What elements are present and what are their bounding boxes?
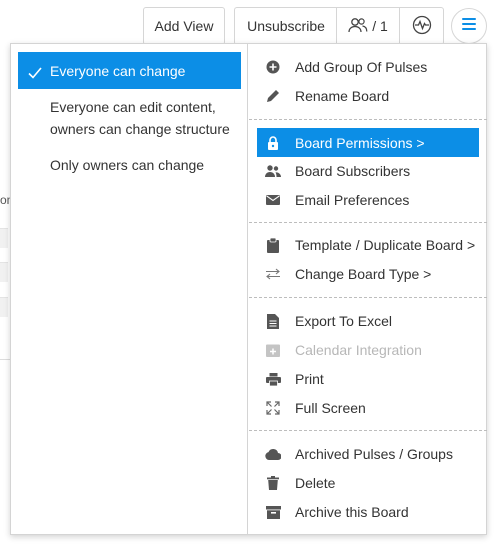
- permission-option-label: Everyone can change: [50, 62, 186, 79]
- swap-arrows-icon: [265, 266, 281, 282]
- menu-item-label: Email Preferences: [295, 192, 410, 208]
- users-icon: [265, 163, 281, 179]
- menu-item-email-preferences[interactable]: Email Preferences: [257, 187, 479, 213]
- menu-item-label: Board Subscribers: [295, 163, 411, 179]
- menu-item-board-permissions[interactable]: Board Permissions >: [257, 128, 479, 157]
- expand-icon: [265, 400, 281, 416]
- menu-item-export-excel[interactable]: Export To Excel: [257, 308, 479, 334]
- board-menu-list: Add Group Of Pulses Rename Board Board P…: [249, 44, 487, 534]
- menu-item-archive-board[interactable]: Archive this Board: [257, 499, 479, 525]
- menu-item-print[interactable]: Print: [257, 366, 479, 392]
- hamburger-icon: [461, 17, 477, 36]
- menu-item-label: Template / Duplicate Board >: [295, 237, 476, 253]
- menu-item-label: Print: [295, 371, 324, 387]
- menu-item-label: Export To Excel: [295, 313, 393, 329]
- menu-item-template-duplicate[interactable]: Template / Duplicate Board >: [257, 232, 479, 258]
- menu-item-rename-board[interactable]: Rename Board: [257, 83, 479, 109]
- permission-option-label: Everyone can edit content, owners can ch…: [50, 99, 230, 137]
- menu-item-label: Rename Board: [295, 88, 390, 104]
- board-menu-dropdown: Everyone can change Everyone can edit co…: [10, 43, 487, 535]
- menu-separator: [249, 297, 487, 298]
- permission-option-owners[interactable]: Only owners can change: [18, 154, 241, 176]
- permission-option-label: Only owners can change: [50, 157, 205, 173]
- menu-item-archived-pulses[interactable]: Archived Pulses / Groups: [257, 441, 479, 467]
- background-cell: [0, 262, 8, 282]
- lock-icon: [265, 135, 281, 151]
- clipboard-icon: [265, 237, 281, 253]
- activity-button[interactable]: [399, 7, 444, 45]
- board-menu-button[interactable]: [451, 8, 487, 44]
- plus-circle-icon: [265, 59, 281, 75]
- document-icon: [265, 313, 281, 329]
- menu-item-label: Calendar Integration: [295, 342, 422, 358]
- menu-item-add-group[interactable]: Add Group Of Pulses: [257, 54, 479, 80]
- menu-separator: [249, 222, 487, 223]
- envelope-icon: [265, 192, 281, 208]
- pencil-icon: [265, 88, 281, 104]
- permissions-submenu: Everyone can change Everyone can edit co…: [11, 44, 248, 534]
- permission-option-content[interactable]: Everyone can edit content, owners can ch…: [18, 96, 241, 140]
- activity-icon: [412, 15, 432, 38]
- menu-item-label: Board Permissions >: [295, 134, 425, 151]
- menu-item-label: Delete: [295, 475, 336, 491]
- calendar-add-icon: [265, 342, 281, 358]
- add-view-button[interactable]: Add View: [143, 7, 225, 45]
- cloud-icon: [265, 446, 281, 462]
- unsubscribe-button[interactable]: Unsubscribe: [234, 7, 337, 45]
- menu-item-board-subscribers[interactable]: Board Subscribers: [257, 158, 479, 184]
- menu-item-full-screen[interactable]: Full Screen: [257, 395, 479, 421]
- background-divider: [0, 359, 10, 360]
- menu-item-change-board-type[interactable]: Change Board Type >: [257, 261, 479, 287]
- background-cell: [0, 228, 8, 248]
- menu-item-delete[interactable]: Delete: [257, 470, 479, 496]
- members-button[interactable]: / 1: [336, 7, 399, 45]
- archive-box-icon: [265, 504, 281, 520]
- permission-option-everyone[interactable]: Everyone can change: [18, 52, 241, 89]
- menu-separator: [249, 119, 487, 120]
- menu-item-calendar-integration[interactable]: Calendar Integration: [257, 337, 479, 363]
- people-icon: [348, 17, 368, 36]
- member-count: / 1: [372, 18, 388, 34]
- menu-item-label: Add Group Of Pulses: [295, 59, 428, 75]
- menu-item-label: Change Board Type >: [295, 266, 432, 282]
- checkmark-icon: [28, 63, 42, 85]
- trash-icon: [265, 475, 281, 491]
- menu-item-label: Archived Pulses / Groups: [295, 446, 453, 462]
- background-cell: [0, 297, 8, 317]
- menu-item-label: Full Screen: [295, 400, 366, 416]
- printer-icon: [265, 371, 281, 387]
- menu-separator: [249, 430, 487, 431]
- menu-item-label: Archive this Board: [295, 504, 409, 520]
